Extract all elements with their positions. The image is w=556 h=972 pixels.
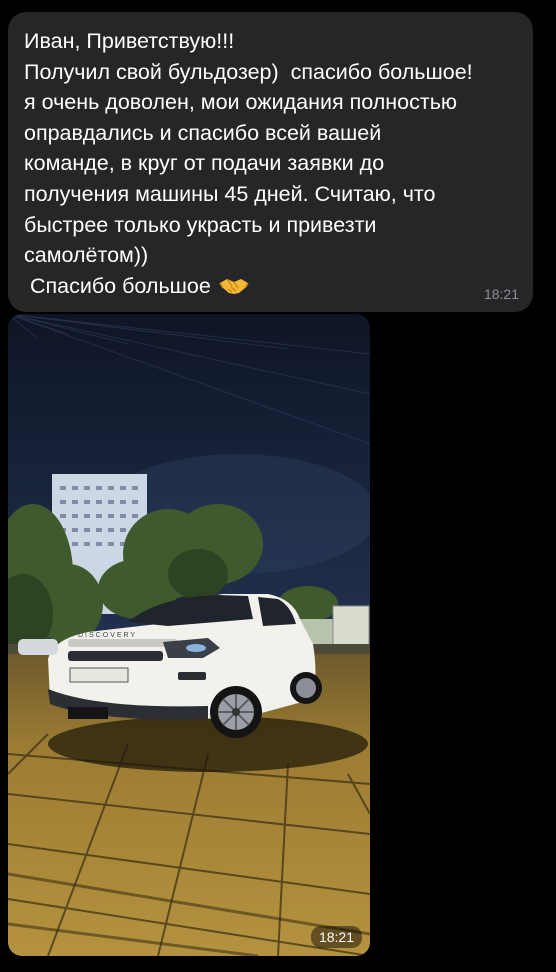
message-line: Получил свой бульдозер) спасибо большое! xyxy=(24,59,473,84)
message-line: оправдались и спасибо всей вашей xyxy=(24,120,382,145)
message-line: Иван, Приветствую!!! xyxy=(24,29,235,53)
message-text: Иван, Приветствую!!! Получил свой бульдо… xyxy=(24,26,524,305)
message-line: я очень доволен, мои ожидания полностью xyxy=(24,90,458,115)
handshake-icon xyxy=(219,275,249,306)
incoming-message-bubble[interactable]: Иван, Приветствую!!! Получил свой бульдо… xyxy=(8,12,533,312)
message-line: самолётом)) xyxy=(24,243,149,268)
message-line: получения машины 45 дней. Считаю, что xyxy=(24,181,436,206)
message-line: Спасибо большое xyxy=(24,273,211,298)
photo-message[interactable]: DISCOVERY 18:21 xyxy=(8,314,370,956)
message-timestamp: 18:21 xyxy=(483,286,519,302)
message-line: команде, в круг от подачи заявки до xyxy=(24,151,385,176)
photo-timestamp: 18:21 xyxy=(310,926,362,948)
message-line: быстрее только украсть и привезти xyxy=(24,212,377,237)
car-badge: DISCOVERY xyxy=(78,632,137,639)
white-suv-photo: DISCOVERY xyxy=(8,314,370,956)
